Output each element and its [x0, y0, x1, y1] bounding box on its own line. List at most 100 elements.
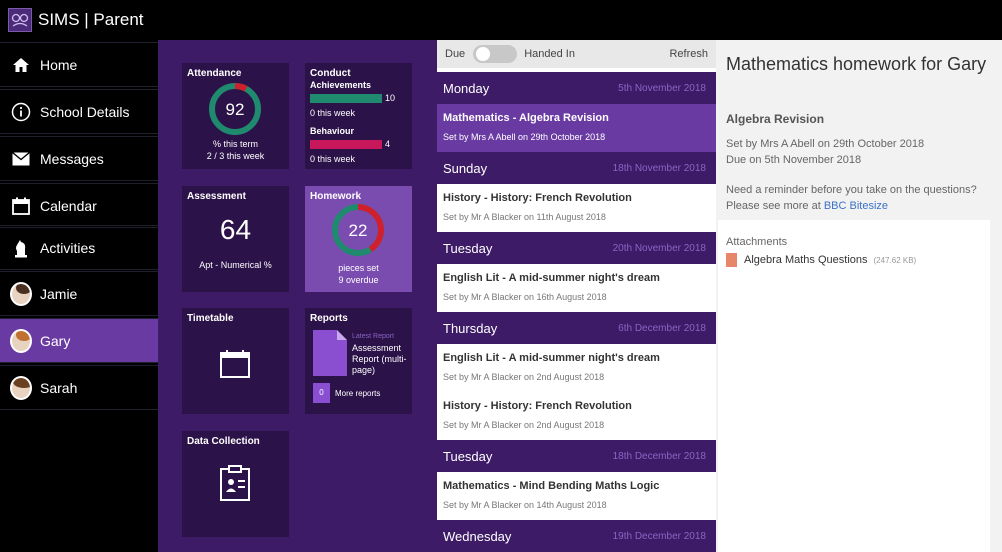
homework-value: 22: [349, 221, 368, 240]
day-date: 18th December 2018: [612, 450, 706, 462]
day-date: 18th November 2018: [612, 162, 706, 174]
behaviour-bar: [310, 140, 382, 149]
sidebar-item-label: Calendar: [40, 197, 97, 214]
tile-title: Homework: [310, 191, 362, 202]
attachment-name: Algebra Maths Questions: [744, 254, 868, 266]
detail-reminder-line2: Please see more at BBC Bitesize: [726, 200, 888, 212]
homework-item[interactable]: History - History: French Revolution Set…: [437, 392, 716, 440]
sidebar-item-label: School Details: [40, 103, 130, 120]
homework-item[interactable]: English Lit - A mid-summer night's dream…: [437, 344, 716, 392]
refresh-button[interactable]: Refresh: [669, 48, 708, 60]
sidebar-item-activities[interactable]: Activities: [0, 225, 158, 270]
due-handed-in-toggle[interactable]: [473, 45, 518, 63]
assessment-tile[interactable]: Assessment 64 Apt - Numerical %: [182, 186, 289, 292]
reminder-prefix: Please see more at: [726, 200, 824, 212]
homework-ring: 22: [332, 204, 384, 256]
tile-title: Reports: [310, 313, 348, 324]
sidebar-item-jamie[interactable]: Jamie: [0, 271, 158, 316]
day-date: 6th December 2018: [618, 322, 706, 334]
attendance-value: 92: [226, 100, 245, 119]
title-bar: SIMS | Parent: [0, 0, 1002, 40]
avatar: [10, 328, 32, 353]
behaviour-sub: 0 this week: [310, 154, 356, 164]
behaviour-label: Behaviour: [310, 126, 355, 136]
homework-toolbar: Due Handed In Refresh: [437, 40, 716, 68]
conduct-tile[interactable]: Conduct Achievements 10 0 this week Beha…: [305, 63, 412, 169]
sidebar-item-label: Gary: [40, 332, 71, 349]
timetable-tile[interactable]: Timetable: [182, 308, 289, 414]
calendar-icon: [10, 195, 32, 217]
day-date: 5th November 2018: [618, 82, 706, 94]
assessment-value: 64: [219, 214, 252, 245]
homework-item[interactable]: Mathematics - Mind Bending Maths Logic S…: [437, 472, 716, 520]
attachments-label: Attachments: [726, 236, 788, 248]
detail-subtitle: Algebra Revision: [726, 112, 825, 126]
sidebar-item-label: Messages: [40, 150, 104, 167]
document-icon: [313, 330, 347, 381]
homework-title: Mathematics - Mind Bending Maths Logic: [443, 480, 660, 492]
home-icon: [10, 54, 32, 76]
day-header: Tuesday 18th December 2018: [437, 440, 716, 472]
attachment-item[interactable]: Algebra Maths Questions (247.62 KB): [726, 253, 916, 267]
reports-tile[interactable]: Reports Latest Report Assessment Report …: [305, 308, 412, 414]
day-header: Wednesday 19th December 2018: [437, 520, 716, 552]
sidebar-item-school-details[interactable]: School Details: [0, 89, 158, 134]
tile-title: Conduct: [310, 68, 351, 79]
day-name: Tuesday: [443, 448, 493, 464]
sidebar-item-label: Jamie: [40, 285, 78, 302]
detail-set-by: Set by Mrs A Abell on 29th October 2018: [726, 138, 925, 150]
file-icon: [726, 253, 737, 267]
due-label: Due: [445, 48, 466, 60]
homework-title: English Lit - A mid-summer night's dream: [443, 272, 660, 284]
bbc-bitesize-link[interactable]: BBC Bitesize: [824, 200, 888, 212]
achievements-bar: [310, 94, 382, 103]
homework-item[interactable]: History - History: French Revolution Set…: [437, 184, 716, 232]
homework-item[interactable]: English Lit - A mid-summer night's dream…: [437, 264, 716, 312]
achievements-sub: 0 this week: [310, 108, 356, 118]
homework-meta: Set by Mr A Blacker on 14th August 2018: [443, 500, 607, 510]
homework-meta: Set by Mr A Blacker on 2nd August 2018: [443, 372, 605, 382]
homework-meta: Set by Mr A Blacker on 2nd August 2018: [443, 420, 605, 430]
achievements-value: 10: [385, 93, 396, 103]
sidebar-item-label: Home: [40, 56, 78, 73]
sidebar-item-home[interactable]: Home: [0, 42, 158, 87]
attendance-line1: % this term: [212, 139, 258, 149]
sidebar-item-messages[interactable]: Messages: [0, 136, 158, 181]
homework-item[interactable]: Mathematics - Algebra Revision Set by Mr…: [437, 104, 716, 152]
clipboard-icon: [220, 465, 250, 506]
day-date: 19th December 2018: [612, 530, 706, 542]
dashboard: Attendance 92 % this term 2 / 3 this wee…: [158, 40, 437, 552]
sidebar-item-label: Activities: [40, 239, 96, 256]
attachments-section: Attachments Algebra Maths Questions (247…: [718, 220, 990, 552]
sidebar-item-calendar[interactable]: Calendar: [0, 183, 158, 228]
envelope-icon: [10, 148, 32, 170]
homework-line1: pieces set: [338, 263, 379, 273]
sims-logo-icon: [8, 8, 32, 32]
attendance-line2: 2 / 3 this week: [206, 151, 265, 161]
tile-title: Attendance: [187, 68, 242, 79]
avatar: [10, 375, 32, 400]
latest-report-name[interactable]: Assessment Report (multi-page): [352, 343, 410, 376]
sidebar-item-sarah[interactable]: Sarah: [0, 365, 158, 410]
day-date: 20th November 2018: [612, 242, 706, 254]
more-reports-link[interactable]: More reports: [335, 389, 380, 398]
attendance-tile[interactable]: Attendance 92 % this term 2 / 3 this wee…: [182, 63, 289, 169]
day-name: Tuesday: [443, 240, 493, 256]
homework-title: English Lit - A mid-summer night's dream: [443, 352, 660, 364]
achievements-label: Achievements: [310, 80, 372, 90]
detail-reminder: Need a reminder before you take on the q…: [726, 184, 977, 196]
sidebar-item-gary[interactable]: Gary: [0, 318, 158, 363]
homework-list: Due Handed In Refresh Monday 5th Novembe…: [437, 40, 716, 552]
info-icon: [10, 101, 32, 123]
sidebar: Home School Details Messages Calendar Ac…: [0, 40, 158, 552]
sidebar-item-label: Sarah: [40, 379, 78, 396]
day-name: Wednesday: [443, 528, 512, 544]
assessment-sub: Apt - Numerical %: [199, 260, 272, 270]
latest-report-label: Latest Report: [352, 333, 395, 340]
data-collection-tile[interactable]: Data Collection: [182, 431, 289, 537]
day-header: Thursday 6th December 2018: [437, 312, 716, 344]
homework-meta: Set by Mr A Blacker on 11th August 2018: [443, 212, 606, 222]
homework-tile[interactable]: Homework 22 pieces set 9 overdue: [305, 186, 412, 292]
calendar-icon: [220, 350, 250, 383]
day-header: Tuesday 20th November 2018: [437, 232, 716, 264]
